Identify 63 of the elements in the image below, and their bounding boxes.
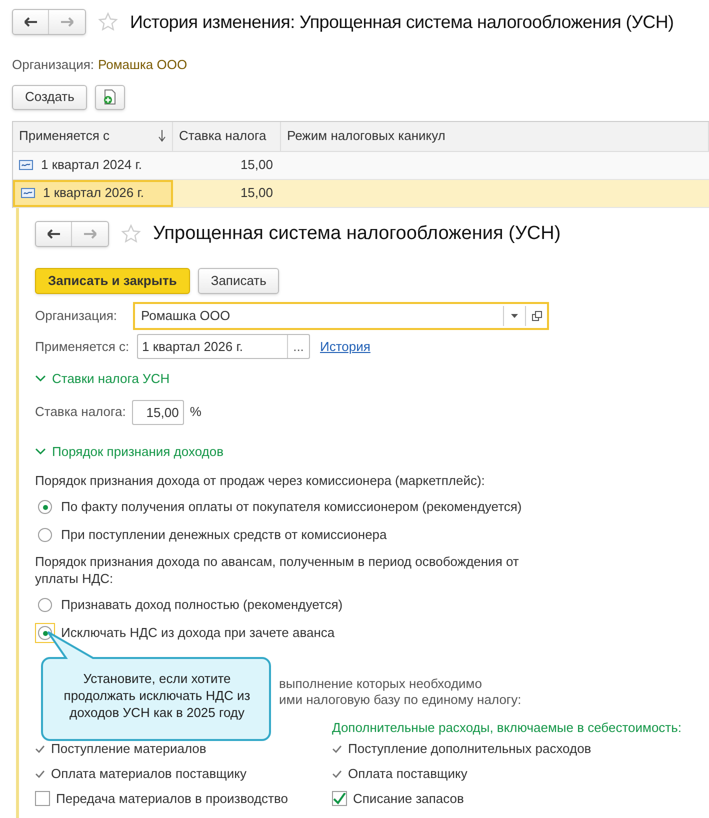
column-header[interactable]: Режим налоговых каникул	[281, 122, 709, 150]
record-icon	[19, 160, 33, 170]
check-mark-icon	[332, 770, 342, 778]
choose-button[interactable]: ...	[287, 335, 309, 358]
save-and-close-button[interactable]: Записать и закрыть	[35, 268, 190, 294]
question-text: Порядок признания дохода от продаж через комиссионера (маркетплейс):	[35, 472, 486, 489]
table-cell-text: 1 квартал 2026 г.	[43, 184, 144, 202]
period-field[interactable]: 1 квартал 2026 г. ...	[137, 334, 310, 359]
column-header[interactable]: Ставка налога	[173, 122, 281, 150]
check-mark-icon	[35, 744, 45, 752]
table-row[interactable]: 1 квартал 2026 г. 15,00	[13, 180, 709, 208]
callout-tooltip-text: Установите, если хотите продолжать исключать НДС из доходов УСН как в 2025 году	[62, 670, 252, 721]
save-button[interactable]: Записать	[198, 268, 280, 294]
field-label: Ставка налога:	[35, 403, 126, 422]
section-header[interactable]: Порядок признания доходов	[35, 442, 224, 461]
record-icon	[21, 188, 35, 198]
add-document-icon	[103, 89, 118, 105]
option-label: При поступлении денежных средств от комиссионера	[61, 526, 387, 544]
chevron-icon	[35, 448, 46, 455]
column-header[interactable]: Применяется с	[13, 122, 173, 150]
rate-field[interactable]: 15,00	[132, 400, 184, 424]
arrow-left-icon	[24, 17, 38, 27]
table-cell-text: 1 квартал 2024 г.	[41, 156, 142, 174]
arrow-left-icon	[46, 228, 60, 239]
organization-field[interactable]: Ромашка ООО	[133, 302, 549, 330]
section-header[interactable]: Ставки налога УСН	[35, 369, 170, 388]
item-label: Передача материалов в производство	[56, 790, 288, 808]
item-label: Поступление материалов	[51, 740, 206, 758]
chevron-icon	[35, 375, 46, 382]
note-text: выполнение которых необходимо	[279, 676, 482, 691]
check-mark-icon	[332, 744, 342, 752]
field-label: Организация:	[35, 307, 118, 326]
window-title: Упрощенная система налогообложения (УСН)	[153, 222, 561, 246]
item-label: Поступление дополнительных расходов	[348, 740, 592, 758]
copy-create-button[interactable]	[95, 84, 126, 110]
option-label: Исключать НДС из дохода при зачете аванса	[61, 624, 335, 642]
star-icon	[121, 224, 141, 244]
create-button[interactable]: Создать	[12, 84, 88, 110]
question-text: Порядок признания дохода по авансам, полученным в период освобождения от уплаты НДС:	[35, 553, 520, 587]
arrow-right-icon	[60, 17, 74, 27]
field-label: Применяется с:	[35, 338, 130, 356]
organization-value: Ромашка ООО	[98, 56, 188, 74]
checkbox[interactable]	[35, 791, 50, 806]
item-label: Оплата материалов поставщику	[51, 764, 246, 783]
window-title: История изменения: Упрощенная система налогообложения (УСН)	[130, 10, 674, 34]
check-mark-icon	[35, 770, 45, 778]
option-label: Признавать доход полностью (рекомендуется)	[61, 596, 343, 614]
open-icon	[532, 311, 542, 321]
checkbox[interactable]	[332, 791, 347, 806]
group-title: Дополнительные расходы, включаемые в себестоимость:	[332, 719, 683, 736]
table-cell-text: 15,00	[240, 184, 273, 202]
star-icon	[98, 12, 118, 32]
arrow-right-icon	[83, 228, 97, 239]
item-label: Оплата поставщику	[348, 764, 468, 783]
option-label: По факту получения оплаты от покупателя комиссионером (рекомендуется)	[61, 498, 522, 516]
history-link[interactable]: История	[320, 336, 370, 356]
table-row[interactable]: 1 квартал 2024 г. 15,00	[13, 152, 709, 180]
dropdown-icon	[511, 314, 518, 318]
table-cell-text: 15,00	[240, 156, 273, 174]
unit-label: %	[190, 403, 202, 422]
field-label: Организация:	[12, 56, 94, 74]
note-text: ими налоговую базу по единому налогу:	[279, 692, 522, 707]
item-label: Списание запасов	[353, 790, 464, 808]
